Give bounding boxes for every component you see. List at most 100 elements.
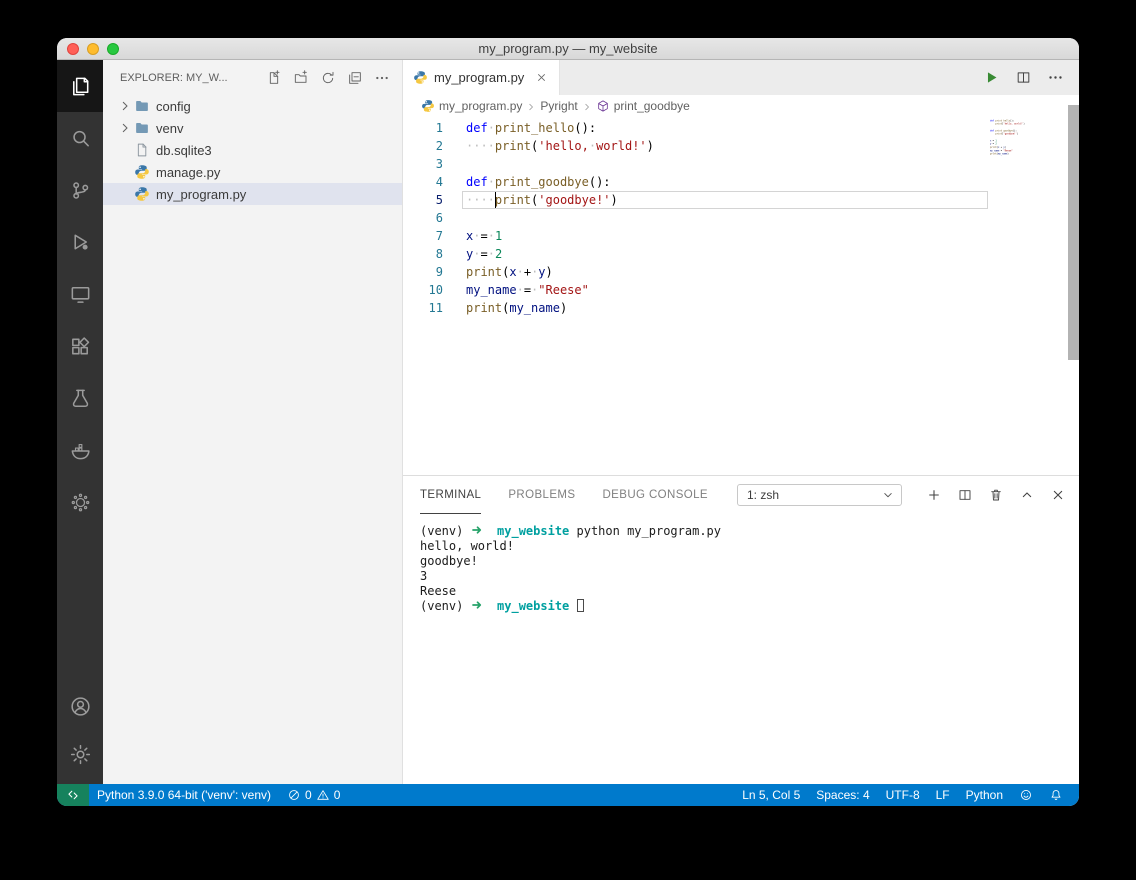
code-token: ) — [560, 301, 567, 315]
terminal-venv: (venv) — [420, 599, 471, 613]
tab-my-program-py[interactable]: my_program.py — [403, 60, 560, 95]
code-token: = — [480, 247, 487, 261]
traffic-lights — [67, 38, 119, 59]
cursor-position-indicator[interactable]: Ln 5, Col 5 — [734, 784, 808, 806]
status-bar-left: Python 3.9.0 64-bit ('venv': venv) 0 0 — [57, 784, 734, 806]
file-tree-item-my_program.py[interactable]: my_program.py — [103, 183, 402, 205]
minimap[interactable]: def print_hello(): print('hello, world!'… — [990, 119, 1068, 475]
code-token: y — [538, 265, 545, 279]
zoom-window-button[interactable] — [107, 43, 119, 55]
terminal-venv: (venv) — [420, 524, 471, 538]
indent-spacer — [117, 164, 133, 180]
python-interpreter-selector[interactable]: Python 3.9.0 64-bit ('venv': venv) — [89, 784, 279, 806]
activity-run-debug-button[interactable] — [57, 216, 103, 268]
shell-select-value: 1: zsh — [747, 488, 779, 502]
code-token: 'goodbye!' — [538, 193, 610, 207]
more-actions-button[interactable] — [374, 70, 390, 86]
breadcrumb-item-Pyright[interactable]: Pyright — [540, 99, 577, 113]
language-mode-indicator[interactable]: Python — [958, 784, 1011, 806]
collapse-folders-button[interactable] — [347, 70, 363, 86]
code-line-11[interactable]: 11print(my_name) — [403, 299, 1079, 317]
close-tab-icon[interactable] — [533, 70, 549, 86]
code-line-10[interactable]: 10my_name·=·"Reese" — [403, 281, 1079, 299]
workbench: EXPLORER: MY_W... configvenvdb.sqlite3ma… — [57, 60, 1079, 784]
activity-settings-button[interactable] — [57, 730, 103, 778]
line-content: x·=·1 — [466, 227, 502, 245]
new-terminal-button[interactable] — [926, 487, 942, 503]
run-python-file-button[interactable] — [983, 69, 1000, 86]
activity-bar-bottom — [57, 682, 103, 778]
code-token: ) — [611, 193, 618, 207]
minimize-window-button[interactable] — [87, 43, 99, 55]
terminal-output-line: 3 — [420, 569, 1079, 584]
panel-tab-terminal[interactable]: TERMINAL — [420, 476, 481, 514]
activity-extensions-button[interactable] — [57, 320, 103, 372]
code-line-5[interactable]: 5····print('goodbye!') — [403, 191, 1079, 209]
split-terminal-button[interactable] — [957, 487, 973, 503]
status-bar-right: Ln 5, Col 5 Spaces: 4 UTF-8 LF Python — [734, 784, 1079, 806]
remote-indicator-button[interactable] — [57, 784, 89, 806]
activity-remote-explorer-button[interactable] — [57, 268, 103, 320]
breadcrumb-item-print_goodbye[interactable]: print_goodbye — [596, 99, 690, 113]
more-editor-actions-button[interactable] — [1047, 69, 1064, 86]
code-line-9[interactable]: 9print(x·+·y) — [403, 263, 1079, 281]
terminal-output[interactable]: (venv) my_website python my_program.pyhe… — [403, 514, 1079, 784]
new-file-button[interactable] — [266, 70, 282, 86]
activity-testing-button[interactable] — [57, 372, 103, 424]
code-token: ) — [1023, 123, 1024, 126]
code-token: 2 — [495, 247, 502, 261]
problems-indicator[interactable]: 0 0 — [279, 784, 348, 806]
split-editor-button[interactable] — [1015, 69, 1032, 86]
new-folder-button[interactable] — [293, 70, 309, 86]
code-line-6[interactable]: 6 — [403, 209, 1079, 227]
kill-terminal-button[interactable] — [988, 487, 1004, 503]
notifications-button[interactable] — [1041, 784, 1071, 806]
prompt-arrow-icon — [471, 524, 483, 534]
code-token: print — [466, 265, 502, 279]
editor-scrollbar[interactable] — [1068, 105, 1079, 360]
activity-accounts-button[interactable] — [57, 682, 103, 730]
activity-explorer-button[interactable] — [57, 60, 103, 112]
breadcrumb-label: Pyright — [540, 99, 577, 113]
file-tree-item-manage.py[interactable]: manage.py — [103, 161, 402, 183]
terminal-text: hello, world! — [420, 539, 514, 553]
code-editor[interactable]: 1def·print_hello():2····print('hello,·wo… — [403, 117, 1079, 475]
editor-tab-bar: my_program.py — [403, 60, 1079, 95]
code-line-1[interactable]: 1def·print_hello(): — [403, 119, 1079, 137]
terminal-shell-select[interactable]: 1: zsh — [737, 484, 902, 506]
close-window-button[interactable] — [67, 43, 79, 55]
encoding-indicator[interactable]: UTF-8 — [878, 784, 928, 806]
vscode-window: my_program.py — my_website EXPLORER: MY_… — [57, 38, 1079, 806]
file-tree-item-venv[interactable]: venv — [103, 117, 402, 139]
close-panel-button[interactable] — [1050, 487, 1066, 503]
feedback-button[interactable] — [1011, 784, 1041, 806]
code-line-3[interactable]: 3 — [403, 155, 1079, 173]
indentation-indicator[interactable]: Spaces: 4 — [808, 784, 877, 806]
spacer — [569, 599, 576, 613]
line-number: 1 — [403, 119, 443, 137]
refresh-explorer-button[interactable] — [320, 70, 336, 86]
eol-indicator[interactable]: LF — [928, 784, 958, 806]
file-tree-item-config[interactable]: config — [103, 95, 402, 117]
editor-actions — [968, 60, 1079, 95]
activity-plugin-button[interactable] — [57, 476, 103, 528]
code-token: my_name — [466, 283, 517, 297]
breadcrumb-item-my_program.py[interactable]: my_program.py — [421, 99, 522, 113]
code-line-4[interactable]: 4def·print_goodbye(): — [403, 173, 1079, 191]
line-number: 3 — [403, 155, 443, 173]
tab-label: my_program.py — [434, 70, 524, 85]
panel-tab-debug-console[interactable]: DEBUG CONSOLE — [602, 476, 708, 514]
code-line-7[interactable]: 7x·=·1 — [403, 227, 1079, 245]
activity-search-button[interactable] — [57, 112, 103, 164]
code-line-8[interactable]: 8y·=·2 — [403, 245, 1079, 263]
line-number: 4 — [403, 173, 443, 191]
panel-tab-problems[interactable]: PROBLEMS — [508, 476, 575, 514]
code-token: 'goodbye!' — [1003, 133, 1016, 136]
file-tree-item-db.sqlite3[interactable]: db.sqlite3 — [103, 139, 402, 161]
code-line-2[interactable]: 2····print('hello,·world!') — [403, 137, 1079, 155]
activity-source-control-button[interactable] — [57, 164, 103, 216]
maximize-panel-button[interactable] — [1019, 487, 1035, 503]
bell-icon — [1049, 788, 1063, 802]
activity-docker-button[interactable] — [57, 424, 103, 476]
code-token: · — [488, 229, 495, 243]
